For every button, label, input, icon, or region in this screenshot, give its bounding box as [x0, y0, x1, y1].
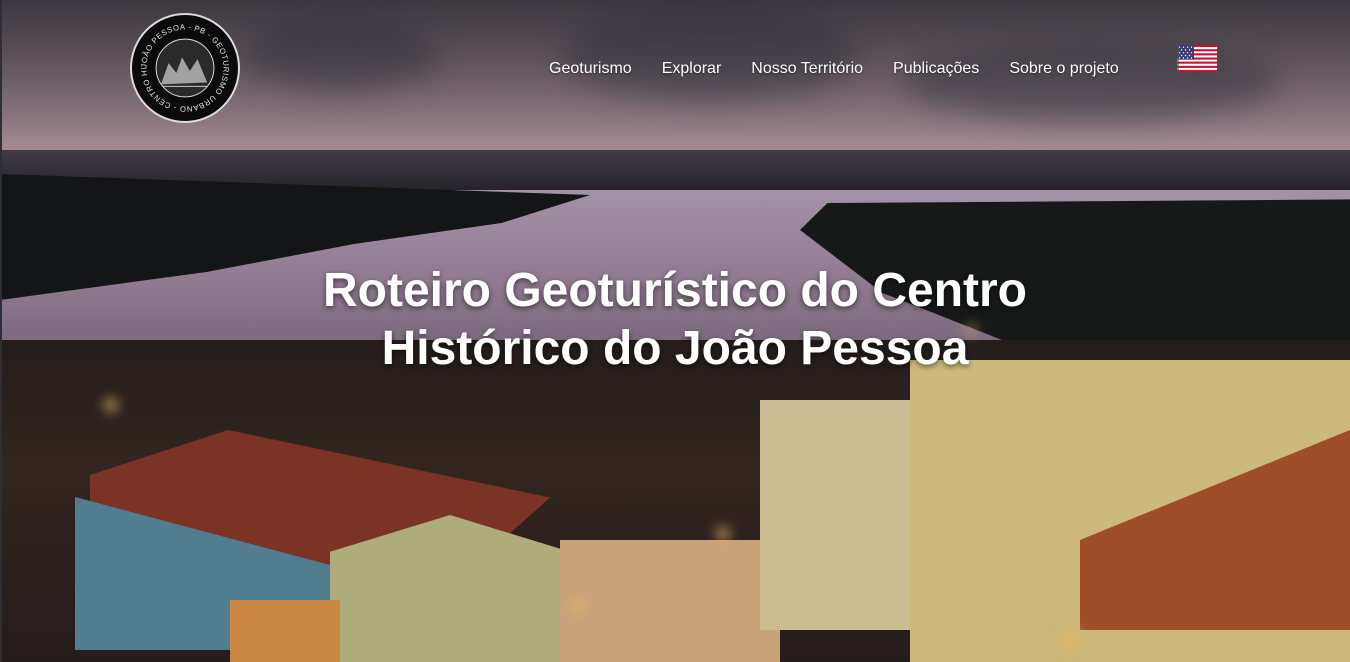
nav-link-nosso-territorio[interactable]: Nosso Território	[736, 60, 878, 78]
city-seal-logo-icon: JOÃO PESSOA - PB - GEOTURISMO URBANO - C…	[132, 15, 230, 114]
site-logo[interactable]: JOÃO PESSOA - PB - GEOTURISMO URBANO - C…	[130, 13, 240, 123]
hero-title-line-2: Histórico do João Pessoa	[381, 322, 969, 375]
main-navigation: Geoturismo Explorar Nosso Território Pub…	[534, 57, 1134, 81]
language-toggle-english	[1177, 45, 1217, 72]
us-flag-icon[interactable]	[1177, 45, 1217, 72]
hero-title: Roteiro Geoturístico do Centro Histórico…	[175, 262, 1175, 378]
nav-link-geoturismo[interactable]: Geoturismo	[534, 60, 647, 78]
hero-title-line-1: Roteiro Geoturístico do Centro	[322, 264, 1027, 317]
nav-link-publicacoes[interactable]: Publicações	[878, 60, 994, 78]
left-edge	[0, 0, 2, 662]
nav-link-sobre-o-projeto[interactable]: Sobre o projeto	[994, 60, 1133, 78]
nav-link-explorar[interactable]: Explorar	[647, 60, 737, 78]
